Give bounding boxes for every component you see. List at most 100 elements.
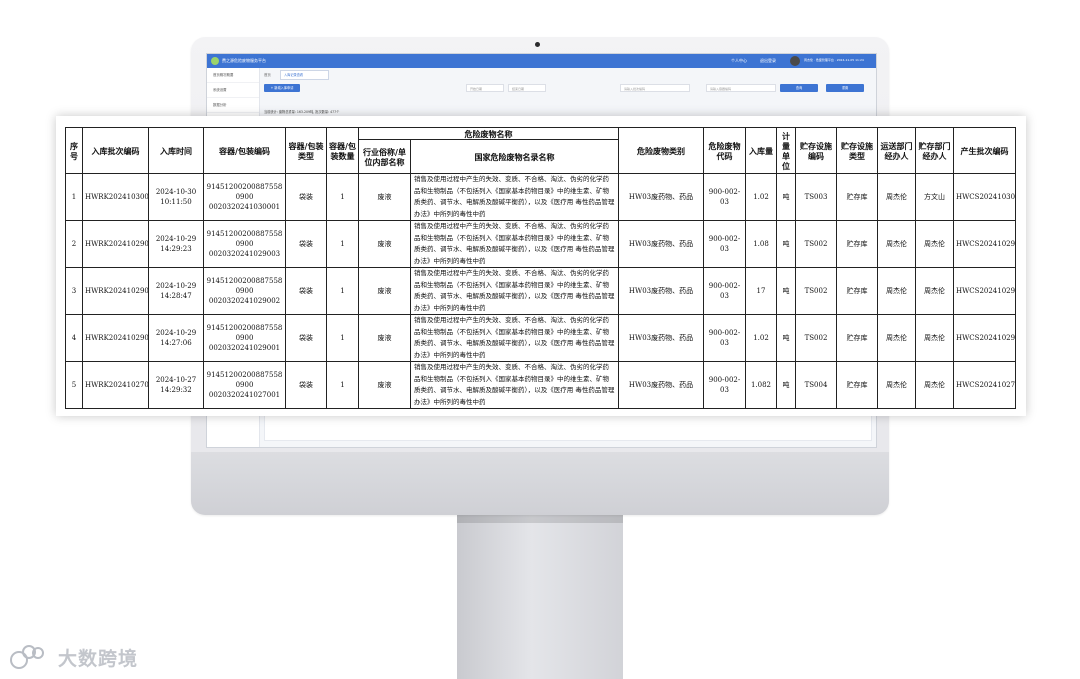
cell-industry-name: 废液 <box>358 173 411 221</box>
cell-clock: 14:28:47 <box>160 292 192 300</box>
cell-storage-person: 周杰伦 <box>915 361 954 409</box>
user-avatar[interactable] <box>790 56 800 66</box>
cell-industry-name: 废液 <box>358 314 411 362</box>
reset-button[interactable]: 重置 <box>826 84 864 92</box>
cell-time: 2024-10-27 14:29:32 <box>148 361 204 409</box>
storage-records-table: 序号 入库批次编码 入库时间 容器/包装编码 容器/包装类型 容器/包装数量 危… <box>65 127 1016 409</box>
cell-container-count: 1 <box>326 220 359 268</box>
cell-facility-type: 贮存库 <box>836 220 878 268</box>
table-row[interactable]: 5 HWRK20241027001 2024-10-27 14:29:32 914… <box>65 361 1016 409</box>
header-time: 入库时间 <box>148 127 204 174</box>
cell-transport-person: 周杰伦 <box>877 314 916 362</box>
cell-index: 2 <box>65 220 83 268</box>
cell-quantity: 17 <box>745 267 777 315</box>
cell-container-type: 袋装 <box>285 267 327 315</box>
cell-storage-person: 方文山 <box>915 173 954 221</box>
cell-index: 3 <box>65 267 83 315</box>
cell-index: 5 <box>65 361 83 409</box>
table-row[interactable]: 3 HWRK20241029002 2024-10-29 14:28:47 914… <box>65 267 1016 315</box>
cell-container-code-line2: 0020320241029003 <box>208 250 281 258</box>
add-storage-button[interactable]: + 新增入库申请 <box>264 84 300 92</box>
cell-unit: 吨 <box>776 267 796 315</box>
cell-container-type: 袋装 <box>285 173 327 221</box>
cell-date: 2024-10-29 <box>155 329 197 337</box>
sidebar-item-settings[interactable]: 系统设置 <box>207 83 259 98</box>
cell-waste-code: 900-002-03 <box>703 220 746 268</box>
cell-national-name: 销售及使用过程中产生的失效、变质、不合格、淘汰、伪劣的化学药品和生物制品（不包括… <box>410 220 619 268</box>
monitor-chin <box>191 452 889 515</box>
cell-transport-person: 周杰伦 <box>877 173 916 221</box>
tab-storage-records[interactable]: 入库记录查看 <box>280 70 329 80</box>
cell-industry-name: 废液 <box>358 267 411 315</box>
sidebar-item-overview[interactable]: 首页概况概要 <box>207 68 259 83</box>
cell-national-name: 销售及使用过程中产生的失效、变质、不合格、淘汰、伪劣的化学药品和生物制品（不包括… <box>410 314 619 362</box>
cell-waste-code: 900-002-03 <box>703 173 746 221</box>
cell-national-name: 销售及使用过程中产生的失效、变质、不合格、淘汰、伪劣的化学药品和生物制品（不包括… <box>410 267 619 315</box>
cell-industry-name: 废液 <box>358 361 411 409</box>
cell-index: 1 <box>65 173 83 221</box>
watermark-logo-icon <box>10 645 52 669</box>
cell-container-count: 1 <box>326 314 359 362</box>
cell-clock: 10:11:50 <box>160 198 192 206</box>
batch-search-input[interactable]: 请输入批次编码 <box>620 84 690 92</box>
cell-category: HW03废药物、药品 <box>618 173 704 221</box>
cell-produce-code: HWCS20241029001 <box>953 314 1016 362</box>
cell-container-code-line2: 0020320241029002 <box>208 297 281 305</box>
header-container-code: 容器/包装编码 <box>203 127 286 174</box>
user-info: 周杰伦 · 危废管理平台 · 2024-11-05 11:24 <box>804 58 864 62</box>
cell-unit: 吨 <box>776 314 796 362</box>
cell-quantity: 1.02 <box>745 314 777 362</box>
app-topbar: 费之源危险废物服务平台 个人中心 退出登录 周杰伦 · 危废管理平台 · 202… <box>207 54 876 68</box>
cell-container-count: 1 <box>326 361 359 409</box>
app-title: 费之源危险废物服务平台 <box>222 58 266 63</box>
cell-container-code-line1: 914512002008875580900 <box>206 371 283 389</box>
header-link-logout[interactable]: 退出登录 <box>760 58 776 64</box>
cell-date: 2024-10-29 <box>155 235 197 243</box>
header-link-profile[interactable]: 个人中心 <box>731 58 747 64</box>
header-batch-code: 入库批次编码 <box>82 127 149 174</box>
cell-batch-code: HWRK20241029002 <box>82 267 149 315</box>
header-quantity: 入库量 <box>745 127 777 174</box>
cell-produce-code: HWCS20241029003 <box>953 220 1016 268</box>
container-search-input[interactable]: 请输入容器编码 <box>706 84 776 92</box>
cell-category: HW03废药物、药品 <box>618 361 704 409</box>
zoomed-table-card: 序号 入库批次编码 入库时间 容器/包装编码 容器/包装类型 容器/包装数量 危… <box>56 116 1026 416</box>
header-industry-name: 行业俗称/单位内部名称 <box>358 139 411 174</box>
table-row[interactable]: 1 HWRK20241030001 2024-10-30 10:11:50 914… <box>65 173 1016 221</box>
cell-container-code: 914512002008875580900 0020320241029003 <box>203 220 286 268</box>
header-unit: 计量单位 <box>776 127 796 174</box>
cell-facility-type: 贮存库 <box>836 361 878 409</box>
search-button[interactable]: 查询 <box>780 84 818 92</box>
table-row[interactable]: 4 HWRK20241029001 2024-10-29 14:27:06 914… <box>65 314 1016 362</box>
camera-dot <box>535 42 540 47</box>
header-index: 序号 <box>65 127 83 174</box>
cell-date: 2024-10-29 <box>155 282 197 290</box>
cell-category: HW03废药物、药品 <box>618 267 704 315</box>
cell-industry-name: 废液 <box>358 220 411 268</box>
cell-unit: 吨 <box>776 173 796 221</box>
cell-category: HW03废药物、药品 <box>618 314 704 362</box>
cell-container-code-line1: 914512002008875580900 <box>206 324 283 342</box>
cell-batch-code: HWRK20241029001 <box>82 314 149 362</box>
cell-national-name: 销售及使用过程中产生的失效、变质、不合格、淘汰、伪劣的化学药品和生物制品（不包括… <box>410 361 619 409</box>
cell-waste-code: 900-002-03 <box>703 361 746 409</box>
table-row[interactable]: 2 HWRK20241029003 2024-10-29 14:29:23 914… <box>65 220 1016 268</box>
sidebar-item-analysis[interactable]: 数据分析 <box>207 98 259 113</box>
date-end-input[interactable]: 结束日期 <box>508 84 546 92</box>
cell-transport-person: 周杰伦 <box>877 267 916 315</box>
date-start-input[interactable]: 开始日期 <box>466 84 504 92</box>
cell-container-count: 1 <box>326 267 359 315</box>
header-category: 危险废物类别 <box>618 127 704 174</box>
cell-container-code-line2: 0020320241030001 <box>208 203 281 211</box>
breadcrumb-home[interactable]: 首页 <box>264 72 271 77</box>
cell-container-code-line1: 914512002008875580900 <box>206 277 283 295</box>
header-national-name: 国家危险废物名录名称 <box>410 139 619 174</box>
cell-facility-type: 贮存库 <box>836 173 878 221</box>
cell-clock: 14:29:32 <box>160 386 192 394</box>
cell-unit: 吨 <box>776 361 796 409</box>
header-facility-code: 贮存设施编码 <box>795 127 837 174</box>
cell-storage-person: 周杰伦 <box>915 314 954 362</box>
cell-produce-code: HWCS20241027001 <box>953 361 1016 409</box>
cell-time: 2024-10-29 14:27:06 <box>148 314 204 362</box>
cell-facility-code: TS002 <box>795 267 837 315</box>
